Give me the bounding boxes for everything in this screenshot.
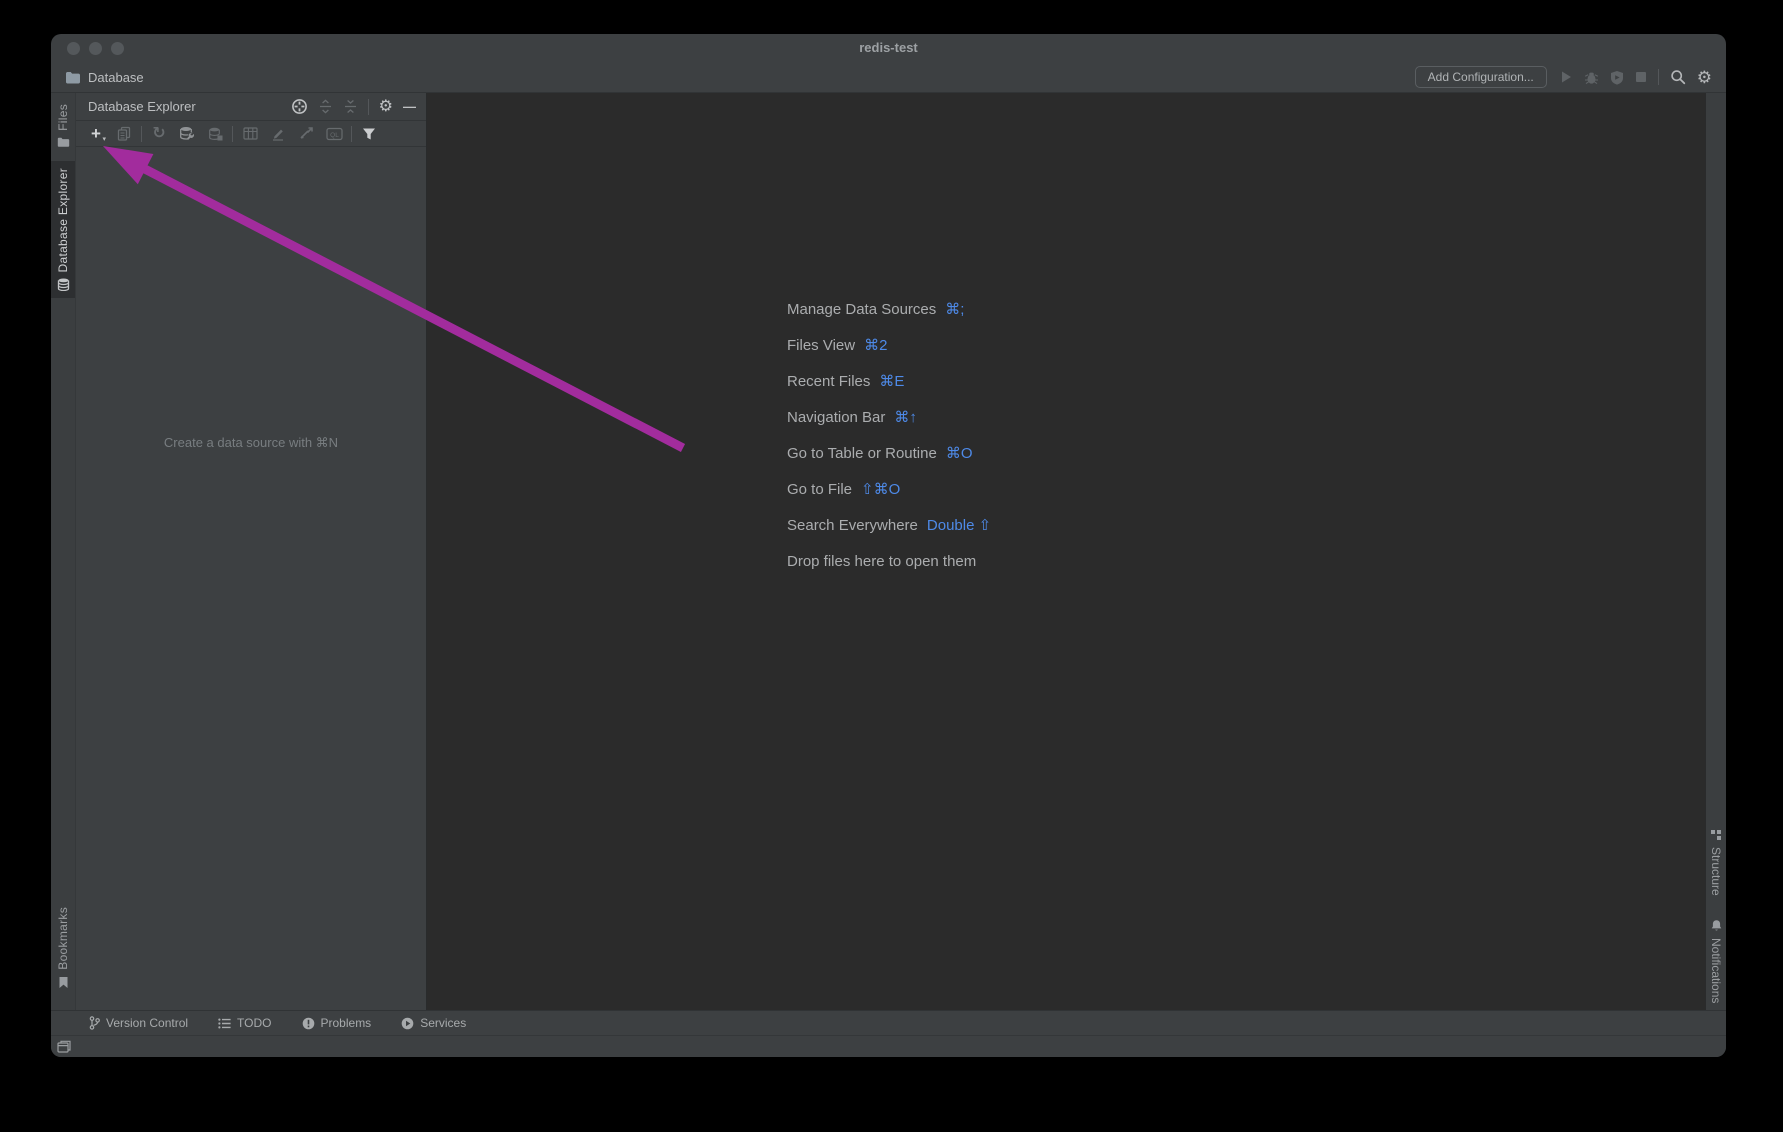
- toolbar-separator: [141, 126, 142, 142]
- create-data-source-hint: Create a data source with ⌘N: [76, 435, 426, 451]
- title-bar: redis-test: [51, 34, 1726, 62]
- refresh-icon[interactable]: ↻: [148, 124, 170, 144]
- database-explorer-panel: Database Explorer ⚙ —: [76, 93, 427, 1010]
- toolbar-separator: [1658, 69, 1659, 85]
- shortcut-list: Manage Data Sources ⌘; Files View ⌘2 Rec…: [787, 291, 991, 579]
- stripe-tab-structure[interactable]: Structure: [1706, 829, 1726, 896]
- jump-to-console-icon[interactable]: [295, 124, 317, 144]
- toolbar-separator: [368, 99, 369, 115]
- run-with-coverage-icon[interactable]: [1610, 70, 1624, 85]
- shortcut-row: Manage Data Sources ⌘;: [787, 291, 991, 327]
- tool-version-control[interactable]: Version Control: [89, 1016, 188, 1030]
- run-toolbar: Add Configuration...: [1415, 66, 1726, 88]
- data-source-properties-icon[interactable]: [176, 124, 198, 144]
- hide-panel-icon[interactable]: —: [403, 100, 416, 113]
- open-table-icon[interactable]: [239, 124, 261, 144]
- folder-icon: [65, 71, 81, 84]
- tool-todo[interactable]: TODO: [218, 1016, 271, 1030]
- todo-list-icon: [218, 1018, 231, 1029]
- git-branch-icon: [89, 1016, 100, 1030]
- new-data-source-button[interactable]: + ▾: [85, 124, 107, 144]
- tool-problems[interactable]: Problems: [302, 1016, 372, 1030]
- shortcut-row: Drop files here to open them: [787, 543, 991, 579]
- collapse-all-icon[interactable]: [343, 99, 358, 114]
- query-console-icon[interactable]: QL: [323, 124, 345, 144]
- folder-icon: [57, 137, 70, 148]
- panel-header: Database Explorer ⚙ —: [76, 93, 426, 121]
- navigation-bar: Database Add Configuration...: [51, 62, 1726, 93]
- stripe-tab-files-label: Files: [56, 104, 70, 131]
- stripe-tab-notifications-label: Notifications: [1709, 938, 1723, 1003]
- status-bar: [51, 1035, 1726, 1057]
- problems-icon: [302, 1017, 315, 1030]
- stripe-tab-bookmarks[interactable]: Bookmarks: [51, 900, 75, 996]
- run-icon[interactable]: [1559, 70, 1573, 84]
- screen: redis-test Database Add Configuration...: [0, 0, 1783, 1132]
- toolbar-separator: [232, 126, 233, 142]
- tool-services[interactable]: Services: [401, 1016, 466, 1030]
- breadcrumb[interactable]: Database: [51, 70, 144, 85]
- editor-area: Manage Data Sources ⌘; Files View ⌘2 Rec…: [427, 93, 1705, 1010]
- debug-icon[interactable]: [1584, 70, 1599, 85]
- shortcut-row: Navigation Bar ⌘↑: [787, 399, 991, 435]
- bookmark-icon: [58, 976, 69, 989]
- left-tool-stripe: Files Database Explorer Bookmarks: [51, 93, 76, 1010]
- stripe-tab-structure-label: Structure: [1709, 847, 1723, 896]
- notifications-bell-icon: [1710, 919, 1723, 932]
- stripe-tab-bookmarks-label: Bookmarks: [56, 907, 70, 970]
- duplicate-icon[interactable]: [113, 124, 135, 144]
- detach-data-source-icon[interactable]: [204, 124, 226, 144]
- breadcrumb-label: Database: [88, 70, 144, 85]
- stop-icon[interactable]: [1635, 71, 1647, 83]
- stripe-tab-database-explorer[interactable]: Database Explorer: [51, 161, 75, 299]
- stripe-tab-notifications[interactable]: Notifications: [1706, 919, 1726, 1003]
- main-content: Files Database Explorer Bookmarks: [51, 93, 1726, 1010]
- panel-options-gear-icon[interactable]: ⚙: [379, 99, 393, 115]
- svg-text:QL: QL: [330, 131, 339, 138]
- edit-source-icon[interactable]: [267, 124, 289, 144]
- window-title: redis-test: [51, 40, 1726, 55]
- explorer-toolbar: + ▾ ↻: [76, 121, 426, 147]
- filter-icon[interactable]: [358, 124, 380, 144]
- shortcut-row: Go to File ⇧⌘O: [787, 471, 991, 507]
- settings-gear-icon[interactable]: ⚙: [1697, 69, 1712, 86]
- structure-icon: [1710, 829, 1722, 841]
- ide-window: redis-test Database Add Configuration...: [51, 34, 1726, 1057]
- shortcut-row: Search Everywhere Double ⇧: [787, 507, 991, 543]
- tool-window-toggle-icon[interactable]: [57, 1040, 71, 1053]
- database-icon: [57, 278, 70, 291]
- shortcut-row: Files View ⌘2: [787, 327, 991, 363]
- add-configuration-button[interactable]: Add Configuration...: [1415, 66, 1547, 88]
- locate-object-icon[interactable]: [291, 98, 308, 115]
- toolbar-separator: [351, 126, 352, 142]
- bottom-tool-bar: Version Control TODO Problems Services: [51, 1010, 1726, 1035]
- shortcut-row: Go to Table or Routine ⌘O: [787, 435, 991, 471]
- panel-title: Database Explorer: [88, 99, 196, 114]
- shortcut-row: Recent Files ⌘E: [787, 363, 991, 399]
- search-everywhere-icon[interactable]: [1670, 69, 1686, 85]
- services-icon: [401, 1017, 414, 1030]
- stripe-tab-files[interactable]: Files: [51, 97, 75, 155]
- right-tool-stripe: Structure Notifications: [1705, 93, 1726, 1010]
- stripe-tab-database-explorer-label: Database Explorer: [56, 168, 70, 273]
- expand-all-icon[interactable]: [318, 99, 333, 114]
